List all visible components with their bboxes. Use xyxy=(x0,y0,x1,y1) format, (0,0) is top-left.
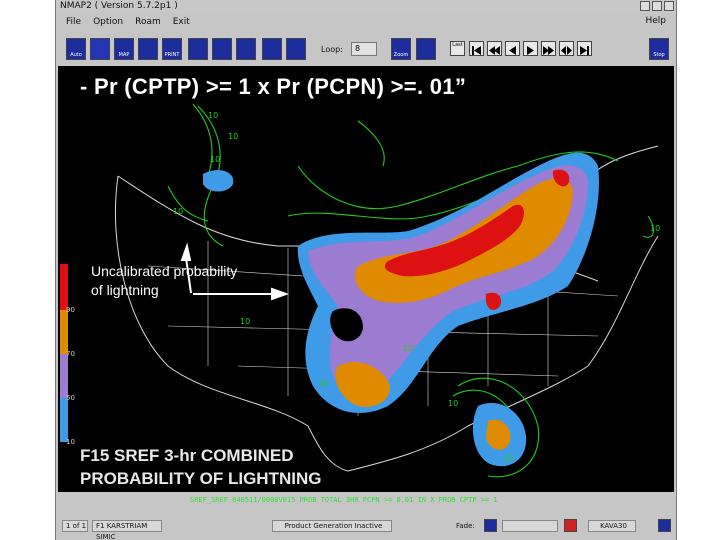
tool-button-10[interactable] xyxy=(286,38,306,60)
annotation-line: Uncalibrated probability xyxy=(91,263,238,279)
loop-select[interactable]: 8 xyxy=(351,42,377,56)
stop-button[interactable]: Stop xyxy=(649,38,669,60)
step-back-icon[interactable] xyxy=(505,41,520,56)
menu-roam[interactable]: Roam xyxy=(135,17,161,27)
fade-button[interactable] xyxy=(484,519,497,532)
zoom-button[interactable]: Zoom xyxy=(391,38,411,60)
unzoom-button[interactable] xyxy=(416,38,436,60)
contour-label: 10 xyxy=(650,224,660,233)
lightning-annotation: Uncalibrated probability of lightning xyxy=(91,262,291,300)
fast-forward-icon[interactable] xyxy=(541,41,556,56)
print-button[interactable]: PRINT xyxy=(162,38,182,60)
menu-option[interactable]: Option xyxy=(93,17,123,27)
contour-label: 10 xyxy=(210,155,220,164)
contour-label: 10 xyxy=(240,317,250,326)
contour-label: 10 xyxy=(503,454,513,463)
globe-icon[interactable] xyxy=(658,519,671,532)
color-scale xyxy=(60,264,68,490)
tool-button-8[interactable] xyxy=(236,38,256,60)
scale-tick: 10 xyxy=(66,438,75,446)
rewind-icon[interactable] xyxy=(487,41,502,56)
frame-time: F1 KARSTRIAM SIMIC xyxy=(92,520,162,540)
auto-update-button[interactable]: Auto xyxy=(66,38,86,60)
slide-caption: F15 SREF 3-hr COMBINED PROBABILITY OF LI… xyxy=(80,444,321,490)
contour-label: 10 xyxy=(208,111,218,120)
last-frame-button[interactable]: Last xyxy=(450,41,465,56)
record-icon[interactable] xyxy=(564,519,577,532)
menu-bar: File Option Roam Exit Help xyxy=(56,14,676,30)
scale-purple xyxy=(60,354,68,398)
contour-label: 10 xyxy=(448,399,458,408)
fade-label: Fade: xyxy=(456,522,475,530)
site-label: KAVA30 xyxy=(588,520,636,532)
slide-headline: - Pr (CPTP) >= 1 x Pr (PCPN) >=. 01” xyxy=(80,74,467,99)
data-button[interactable] xyxy=(90,38,110,60)
contour-label: 10 xyxy=(318,379,328,388)
probability-blue-west xyxy=(203,170,234,192)
caption-line: PROBABILITY OF LIGHTNING xyxy=(80,469,322,488)
toolbar: Auto MAP PRINT Loop: 8 Zoom Last Stop xyxy=(56,33,676,65)
caption-line: F15 SREF 3-hr COMBINED xyxy=(80,446,294,465)
tool-button-9[interactable] xyxy=(262,38,282,60)
last-frame-icon[interactable] xyxy=(577,41,592,56)
scale-tick: 90 xyxy=(66,306,75,314)
status-bar: 1 of 1 F1 KARSTRIAM SIMIC Product Genera… xyxy=(56,516,676,540)
menu-help[interactable]: Help xyxy=(645,16,666,26)
product-ticker: SREF_SREF 040511/0000V015 PROB TOTAL 3HR… xyxy=(190,496,498,504)
minimize-button[interactable] xyxy=(640,1,650,11)
status-message: Product Generation Inactive xyxy=(272,520,392,532)
menu-exit[interactable]: Exit xyxy=(173,17,190,27)
scale-orange xyxy=(60,310,68,354)
contour-label: 10 xyxy=(173,207,183,216)
fade-slider[interactable] xyxy=(502,520,558,532)
title-bar: NMAP2 ( Version 5.7.2p1 ) xyxy=(56,0,676,13)
play-icon[interactable] xyxy=(523,41,538,56)
scale-red xyxy=(60,264,68,310)
contour-label: 10 xyxy=(403,344,413,353)
map-button[interactable]: MAP xyxy=(114,38,134,60)
scale-blue xyxy=(60,398,68,442)
close-button[interactable] xyxy=(664,1,674,11)
tool-button-6[interactable] xyxy=(188,38,208,60)
scale-tick: 50 xyxy=(66,394,75,402)
annotation-line: of lightning xyxy=(91,282,159,298)
first-frame-icon[interactable] xyxy=(469,41,484,56)
tool-button-4[interactable] xyxy=(138,38,158,60)
scale-tick: 70 xyxy=(66,350,75,358)
window-title: NMAP2 ( Version 5.7.2p1 ) xyxy=(60,1,178,11)
rock-icon[interactable] xyxy=(559,41,574,56)
contour-label: 10 xyxy=(228,132,238,141)
menu-file[interactable]: File xyxy=(66,17,81,27)
scale-black xyxy=(60,442,68,490)
loop-label: Loop: xyxy=(321,45,343,54)
maximize-button[interactable] xyxy=(652,1,662,11)
tool-button-7[interactable] xyxy=(212,38,232,60)
frame-counter: 1 of 1 xyxy=(62,520,88,532)
